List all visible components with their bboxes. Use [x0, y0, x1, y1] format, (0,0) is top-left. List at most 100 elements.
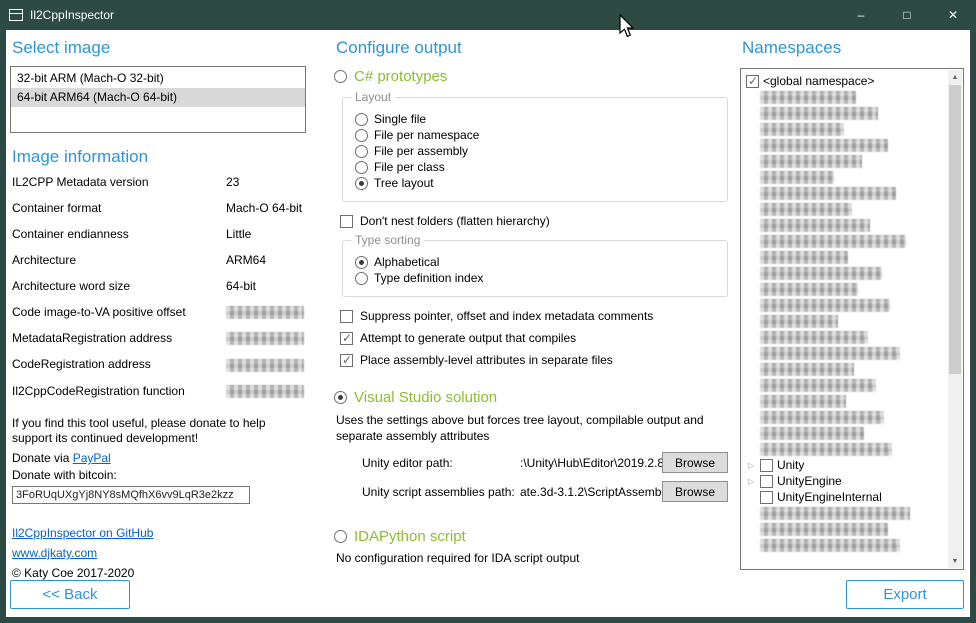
minimize-button[interactable]: – — [838, 0, 884, 30]
namespace-checkbox[interactable] — [760, 459, 773, 472]
redacted-value — [226, 359, 304, 372]
expander-icon[interactable]: ▷ — [746, 477, 756, 486]
namespace-item — [746, 185, 945, 201]
layout-option[interactable]: File per assembly — [351, 144, 717, 158]
image-list-item[interactable]: 32-bit ARM (Mach-O 32-bit) — [11, 69, 305, 88]
flatten-checkbox-label: Don't nest folders (flatten hierarchy) — [360, 214, 550, 228]
center-panel: Configure output C# prototypes Layout Si… — [306, 30, 738, 617]
namespace-item — [746, 105, 945, 121]
image-info-heading: Image information — [12, 147, 306, 167]
redacted-namespace — [760, 123, 844, 136]
namespace-item — [746, 297, 945, 313]
redacted-namespace — [760, 331, 868, 344]
option-label: Tree layout — [374, 176, 434, 190]
ida-script-label: IDAPython script — [354, 528, 466, 545]
maximize-button[interactable]: □ — [884, 0, 930, 30]
namespace-item — [746, 361, 945, 377]
image-list-item[interactable]: 64-bit ARM64 (Mach-O 64-bit) — [11, 88, 305, 107]
namespace-item — [746, 345, 945, 361]
namespaces-scrollbar[interactable]: ▲ ▼ — [948, 70, 962, 568]
close-button[interactable]: ✕ — [930, 0, 976, 30]
redacted-namespace — [760, 251, 848, 264]
configure-output-heading: Configure output — [336, 38, 728, 58]
field-label: Unity editor path: — [362, 456, 520, 470]
info-label: Il2CppCodeRegistration function — [12, 384, 226, 398]
namespace-item[interactable]: ▷UnityEngine — [746, 473, 945, 489]
namespace-item[interactable]: UnityEngineInternal — [746, 489, 945, 505]
option-label: File per assembly — [374, 144, 468, 158]
namespace-item — [746, 393, 945, 409]
namespace-item — [746, 521, 945, 537]
info-value: 23 — [226, 175, 239, 189]
namespace-item — [746, 137, 945, 153]
info-row: Code image-to-VA positive offset — [12, 305, 304, 319]
info-label: MetadataRegistration address — [12, 331, 226, 345]
type-sorting-option[interactable]: Alphabetical — [351, 255, 717, 269]
back-button[interactable]: << Back — [10, 580, 130, 609]
type-sorting-options: Alphabetical Type definition index — [351, 255, 717, 285]
namespace-item — [746, 313, 945, 329]
info-row: Container formatMach-O 64-bit — [12, 201, 304, 215]
info-label: Code image-to-VA positive offset — [12, 305, 226, 319]
browse-button[interactable]: Browse — [662, 481, 728, 502]
redacted-namespace — [760, 187, 896, 200]
info-row: MetadataRegistration address — [12, 331, 304, 345]
namespace-item[interactable]: ▷ Unity — [746, 457, 945, 473]
option-label: File per namespace — [374, 128, 479, 142]
checkbox-icon — [340, 354, 353, 367]
namespace-item — [746, 249, 945, 265]
scroll-up-icon[interactable]: ▲ — [948, 70, 962, 84]
browse-button[interactable]: Browse — [662, 452, 728, 473]
namespaces-list[interactable]: <global namespace> ▷ Unity▷UnityEngineUnit… — [740, 68, 964, 570]
namespace-label: Unity — [777, 458, 804, 472]
layout-groupbox-caption: Layout — [351, 90, 395, 104]
namespace-item[interactable]: <global namespace> — [746, 73, 945, 89]
csharp-prototypes-label: C# prototypes — [354, 68, 447, 85]
namespace-label: <global namespace> — [763, 74, 874, 88]
flatten-checkbox[interactable]: Don't nest folders (flatten hierarchy) — [340, 214, 728, 228]
website-link[interactable]: www.djkaty.com — [12, 546, 306, 560]
redacted-namespace — [760, 91, 856, 104]
namespace-item — [746, 329, 945, 345]
info-value: ARM64 — [226, 253, 266, 267]
layout-option[interactable]: File per namespace — [351, 128, 717, 142]
type-sorting-option[interactable]: Type definition index — [351, 271, 717, 285]
paypal-link[interactable]: PayPal — [73, 451, 111, 465]
info-value — [226, 384, 304, 398]
namespace-checkbox[interactable] — [746, 75, 759, 88]
namespace-item — [746, 201, 945, 217]
expander-icon[interactable]: ▷ — [746, 461, 756, 470]
redacted-namespace — [760, 235, 906, 248]
option-checkbox[interactable]: Place assembly-level attributes in separ… — [340, 353, 728, 367]
vs-field-row: Unity editor path::\Unity\Hub\Editor\201… — [362, 452, 728, 473]
bitcoin-label: Donate with bitcoin: — [12, 468, 306, 482]
window-content: Select image 32-bit ARM (Mach-O 32-bit)6… — [6, 30, 970, 617]
info-label: Container endianness — [12, 227, 226, 241]
checkbox-icon — [340, 332, 353, 345]
layout-option[interactable]: Tree layout — [351, 176, 717, 190]
radio-icon — [355, 256, 368, 269]
csharp-prototypes-radio[interactable]: C# prototypes — [334, 68, 728, 85]
info-label: Container format — [12, 201, 226, 215]
redacted-namespace — [760, 363, 854, 376]
vs-solution-radio[interactable]: Visual Studio solution — [334, 389, 728, 406]
namespace-checkbox[interactable] — [760, 491, 773, 504]
donate-text: If you find this tool useful, please don… — [12, 416, 304, 446]
scrollbar-thumb[interactable] — [949, 85, 961, 374]
layout-option[interactable]: File per class — [351, 160, 717, 174]
export-button[interactable]: Export — [846, 580, 964, 609]
option-label: File per class — [374, 160, 445, 174]
namespace-checkbox[interactable] — [760, 475, 773, 488]
option-checkbox[interactable]: Suppress pointer, offset and index metad… — [340, 309, 728, 323]
redacted-namespace — [760, 443, 892, 456]
namespace-item — [746, 409, 945, 425]
image-listbox[interactable]: 32-bit ARM (Mach-O 32-bit)64-bit ARM64 (… — [10, 66, 306, 133]
scroll-down-icon[interactable]: ▼ — [948, 554, 962, 568]
github-link[interactable]: Il2CppInspector on GitHub — [12, 526, 306, 540]
info-label: IL2CPP Metadata version — [12, 175, 226, 189]
option-checkbox[interactable]: Attempt to generate output that compiles — [340, 331, 728, 345]
redacted-namespace — [760, 427, 864, 440]
ida-script-radio[interactable]: IDAPython script — [334, 528, 728, 545]
layout-option[interactable]: Single file — [351, 112, 717, 126]
bitcoin-address-input[interactable] — [12, 486, 250, 504]
